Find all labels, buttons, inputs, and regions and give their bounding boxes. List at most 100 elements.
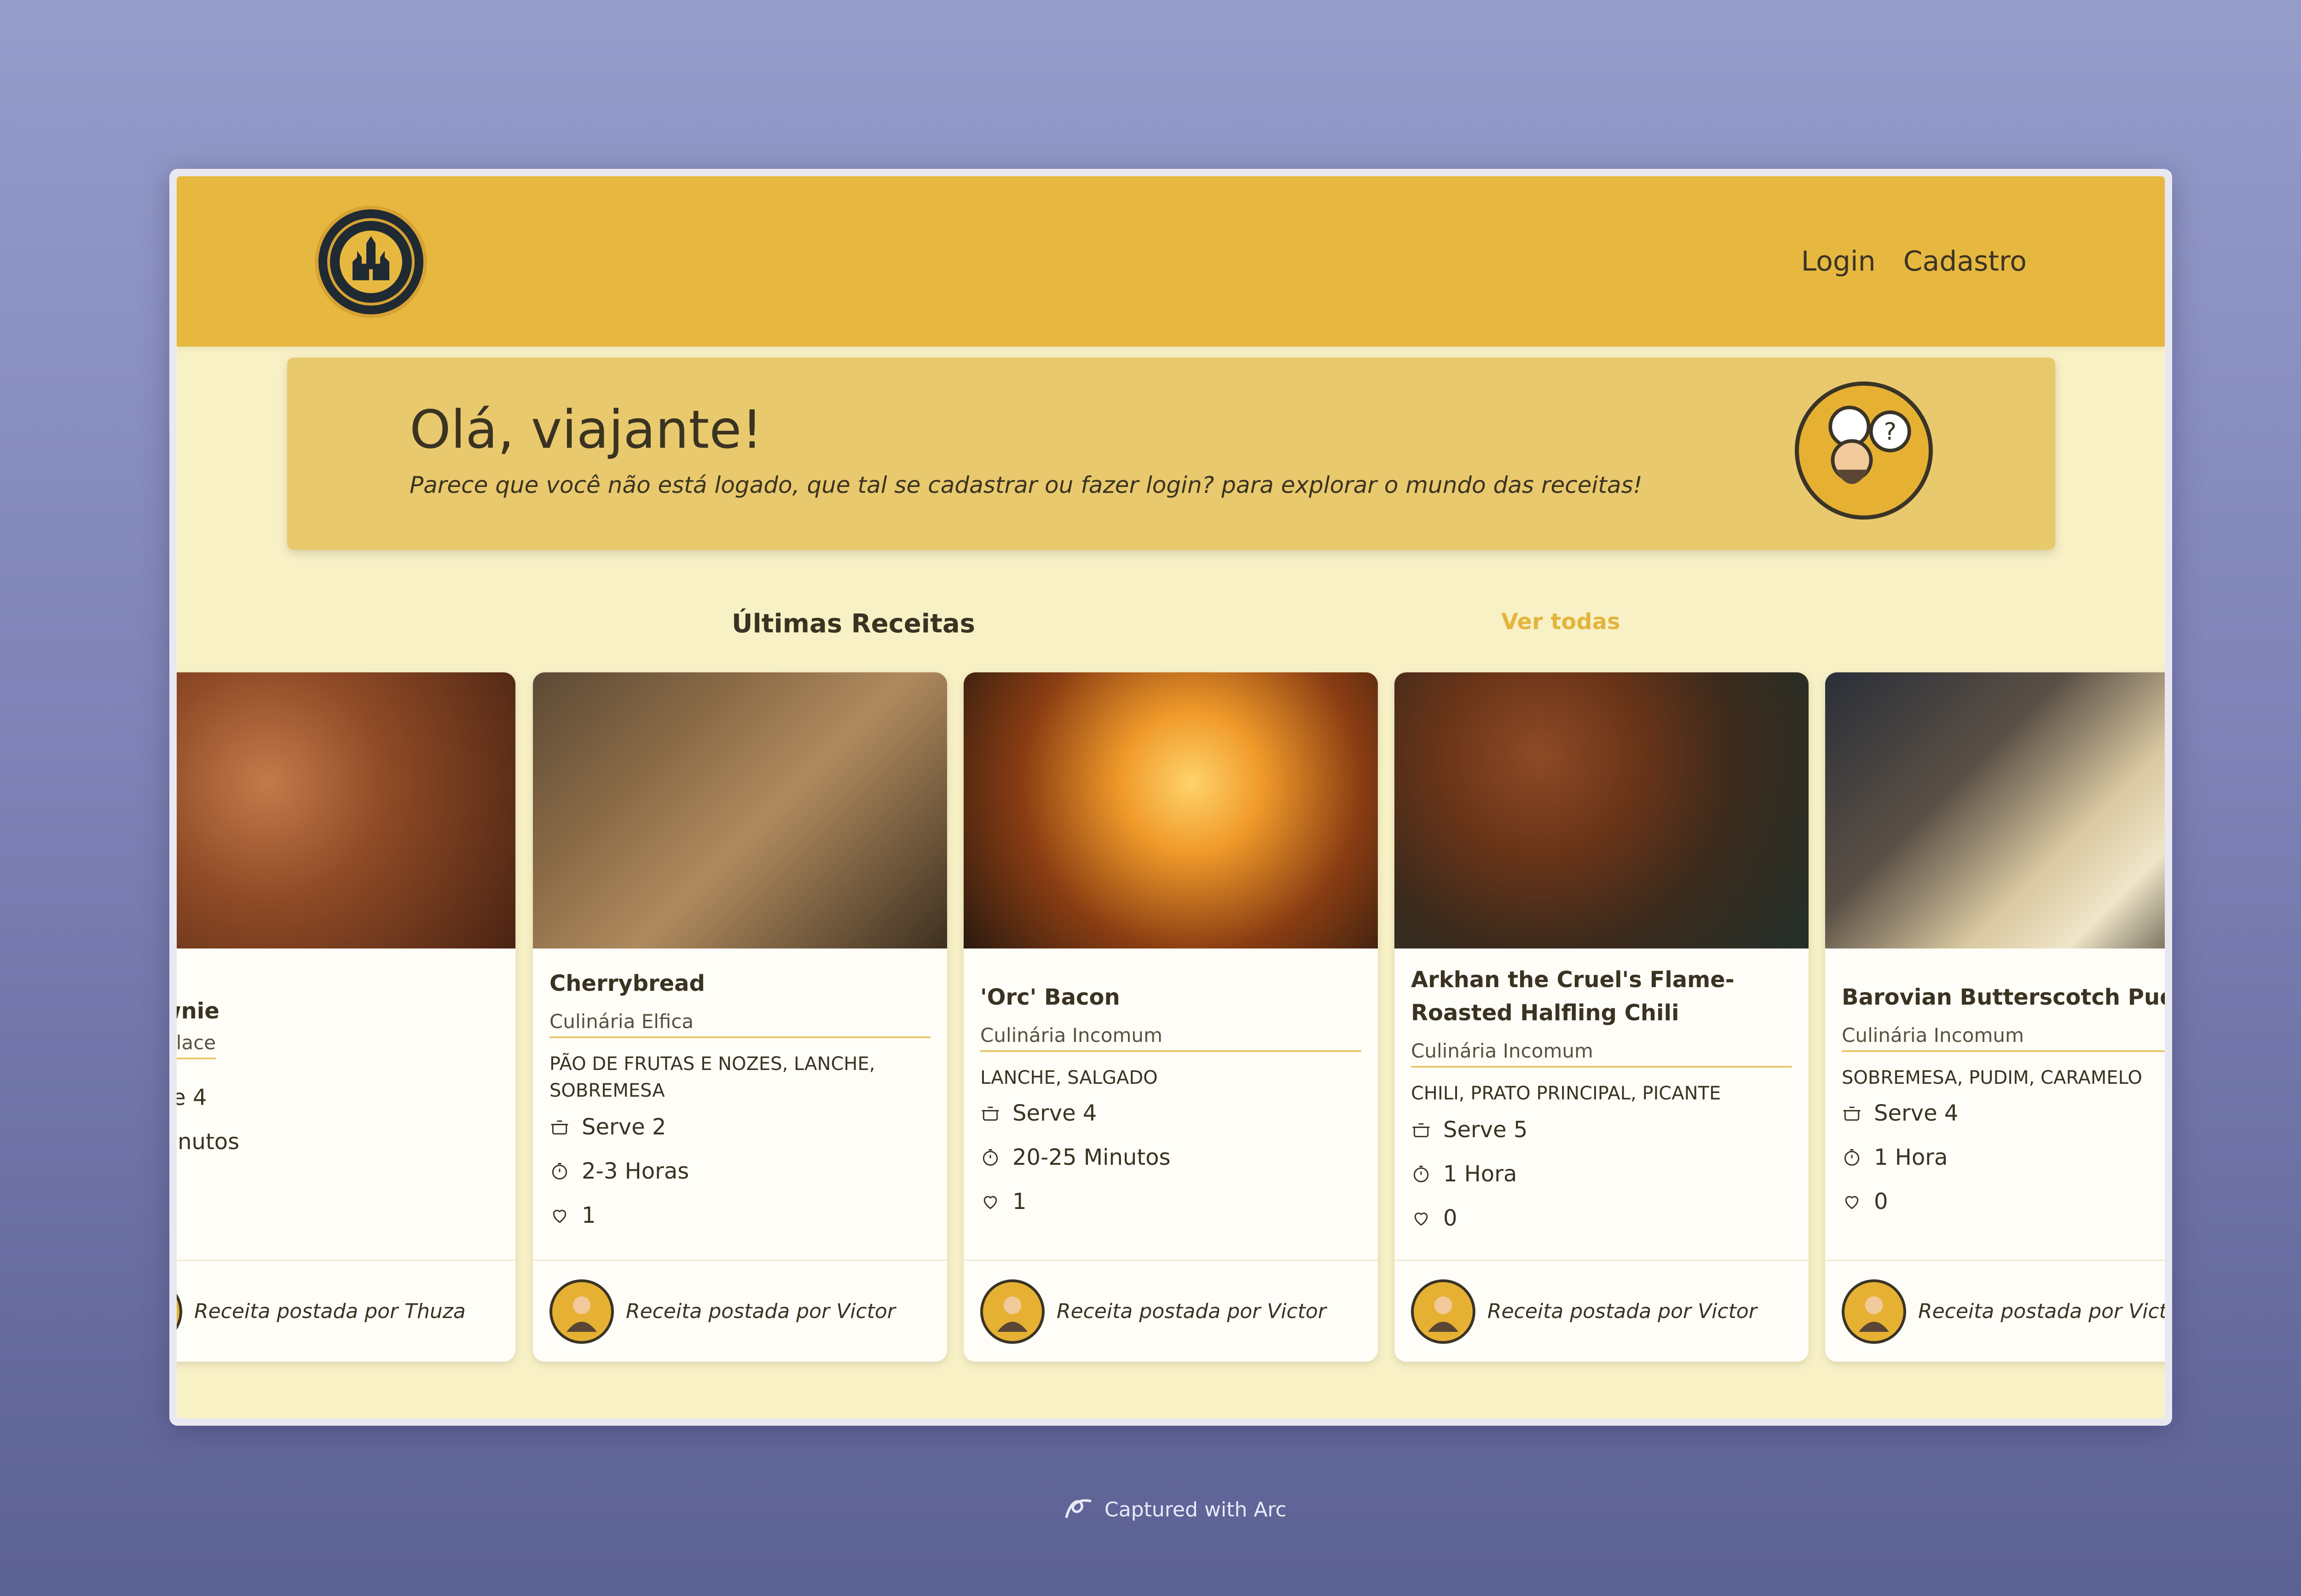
author-avatar-icon <box>567 1296 597 1332</box>
recipe-title[interactable]: 'Orc' Bacon <box>980 981 1358 1014</box>
arc-logo-icon <box>1065 1499 1092 1518</box>
heart-icon <box>983 1196 997 1209</box>
page: Login Cadastro Olá, viajante! Parece que… <box>177 176 2165 1418</box>
section-title: Últimas Receitas <box>732 609 975 639</box>
recipe-image <box>533 672 947 948</box>
recipe-tags: SOBREMESA, PUDIM, CARAMELO <box>1842 1067 2142 1088</box>
recipe-title[interactable]: Brownie <box>177 995 495 1028</box>
recipe-image <box>1394 672 1809 948</box>
recipe-image <box>1825 672 2165 948</box>
chef-mascot-avatar: ? <box>1795 382 1933 520</box>
recipe-category: own place <box>177 1031 216 1059</box>
recipe-time: 2-3 Horas <box>549 1158 689 1184</box>
timer-icon <box>983 1149 998 1166</box>
recipe-footer: Receita postada por Victor <box>533 1260 947 1362</box>
serves-label: Serve 4 <box>1874 1100 1959 1126</box>
author-avatar-icon <box>1859 1296 1889 1332</box>
recipe-category: Culinária Elfica <box>549 1010 931 1038</box>
recipe-time: 1 Hora <box>1411 1161 1517 1187</box>
recipe-image <box>964 672 1378 948</box>
recipe-card[interactable]: Cherrybread Culinária Elfica PÃO DE FRUT… <box>533 672 947 1362</box>
recipe-serves: Serve 4 <box>1842 1100 1958 1126</box>
welcome-banner: Olá, viajante! Parece que você não está … <box>287 358 2055 550</box>
recipe-card[interactable]: Arkhan the Cruel's Flame-Roasted Halflin… <box>1394 672 1809 1362</box>
recipe-serves: Serve 5 <box>1411 1117 1527 1143</box>
serves-label: rve 4 <box>177 1085 207 1110</box>
recipe-serves: rve 4 <box>177 1085 207 1110</box>
serves-label: Serve 5 <box>1443 1117 1528 1143</box>
recipe-time: 20-25 Minutos <box>980 1145 1171 1170</box>
author-label: Receita postada por Victo <box>1918 1300 2165 1323</box>
timer-icon <box>1413 1166 1429 1182</box>
heart-icon <box>553 1209 567 1223</box>
recipe-card[interactable]: 'Orc' Bacon Culinária Incomum LANCHE, SA… <box>964 672 1378 1362</box>
author-label: Receita postada por Victor <box>1487 1300 1757 1323</box>
recipe-category: Culinária Incomum <box>980 1024 1361 1052</box>
site-header: Login Cadastro <box>177 176 2165 347</box>
castle-logo-icon <box>327 218 415 306</box>
author-avatar <box>1411 1279 1475 1344</box>
login-link[interactable]: Login <box>1801 245 1876 278</box>
recipe-likes[interactable]: 1 <box>980 1189 1027 1214</box>
likes-count: 1 <box>582 1203 596 1228</box>
pot-icon <box>982 1106 999 1121</box>
recipe-footer: Receita postada por Thuza <box>177 1260 515 1362</box>
author-avatar <box>549 1279 614 1344</box>
svg-text:?: ? <box>1884 418 1896 446</box>
author-label: Receita postada por Victor <box>1057 1300 1326 1323</box>
author-avatar-icon <box>1428 1296 1458 1332</box>
recipe-card[interactable]: Brownie own place rve 4 minutos Receita … <box>177 672 515 1362</box>
recipe-tags: PÃO DE FRUTAS E NOZES, LANCHE, SOBREMESA <box>549 1053 875 1101</box>
time-label: minutos <box>177 1129 240 1155</box>
see-all-link[interactable]: Ver todas <box>1501 609 1620 635</box>
author-label: Receita postada por Thuza <box>194 1300 466 1323</box>
recipe-title[interactable]: Arkhan the Cruel's Flame-Roasted Halflin… <box>1411 963 1788 1029</box>
author-avatar <box>1842 1279 1906 1344</box>
signup-link[interactable]: Cadastro <box>1903 245 2027 278</box>
recipe-card[interactable]: Barovian Butterscotch Puddi Culinária In… <box>1825 672 2165 1362</box>
recipe-footer: Receita postada por Victor <box>1394 1260 1809 1362</box>
recipe-tags: LANCHE, SALGADO <box>980 1067 1158 1088</box>
recipe-footer: Receita postada por Victor <box>964 1260 1378 1362</box>
recipe-likes[interactable]: 1 <box>549 1203 596 1228</box>
pot-icon <box>1843 1106 1861 1121</box>
recipe-time: 1 Hora <box>1842 1145 1948 1170</box>
serves-label: Serve 2 <box>582 1114 666 1140</box>
recipe-serves: Serve 4 <box>980 1100 1097 1126</box>
recipe-serves: Serve 2 <box>549 1114 666 1140</box>
recipe-time: minutos <box>177 1129 239 1155</box>
recipe-title[interactable]: Barovian Butterscotch Puddi <box>1842 981 2165 1014</box>
heart-icon <box>1845 1196 1859 1209</box>
welcome-title: Olá, viajante! <box>410 399 763 460</box>
timer-icon <box>1844 1149 1860 1166</box>
recipe-footer: Receita postada por Victo <box>1825 1260 2165 1362</box>
likes-count: 1 <box>1012 1189 1027 1214</box>
welcome-subtitle: Parece que você não está logado, que tal… <box>410 472 1642 498</box>
author-avatar <box>980 1279 1045 1344</box>
author-label: Receita postada por Victor <box>626 1300 896 1323</box>
recipe-tags: CHILI, PRATO PRINCIPAL, PICANTE <box>1411 1083 1721 1104</box>
browser-window: Login Cadastro Olá, viajante! Parece que… <box>169 169 2172 1426</box>
capture-credit: Captured with Arc <box>1062 1493 1287 1526</box>
recipe-category: Culinária Incomum <box>1842 1024 2165 1052</box>
likes-count: 0 <box>1443 1205 1457 1231</box>
author-avatar-icon <box>997 1296 1028 1332</box>
time-label: 2-3 Horas <box>582 1158 689 1184</box>
recipe-title[interactable]: Cherrybread <box>549 967 927 1000</box>
capture-label: Captured with Arc <box>1104 1498 1287 1521</box>
serves-label: Serve 4 <box>1012 1100 1097 1126</box>
site-logo[interactable] <box>315 206 427 318</box>
recipe-image <box>177 672 515 948</box>
chef-mascot-icon: ? <box>1828 405 1911 484</box>
recipe-likes[interactable]: 0 <box>1411 1205 1457 1231</box>
time-label: 20-25 Minutos <box>1012 1145 1171 1170</box>
time-label: 1 Hora <box>1874 1145 1948 1170</box>
heart-icon <box>1414 1212 1428 1226</box>
recipe-likes[interactable]: 0 <box>1842 1189 1888 1214</box>
top-nav: Login Cadastro <box>1801 245 2027 278</box>
pot-icon <box>1412 1123 1430 1138</box>
recipe-category: Culinária Incomum <box>1411 1040 1792 1068</box>
author-avatar <box>177 1279 182 1344</box>
timer-icon <box>552 1163 567 1180</box>
pot-icon <box>551 1120 568 1135</box>
